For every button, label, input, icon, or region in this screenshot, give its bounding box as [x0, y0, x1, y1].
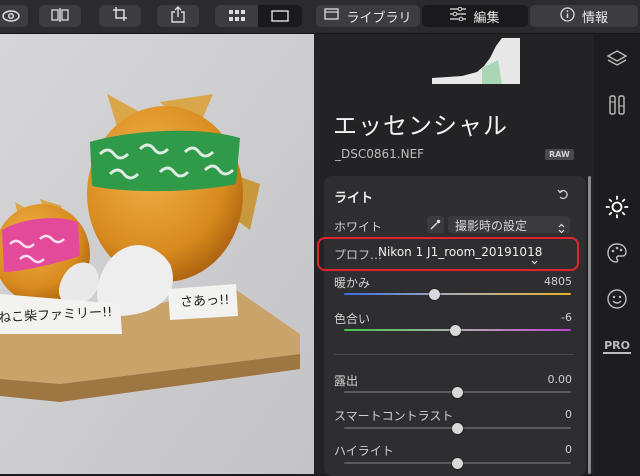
exposure-value: 0.00: [547, 373, 573, 386]
highlights-value: 0: [565, 443, 572, 456]
tab-library-label: ライブラリ: [346, 10, 412, 26]
layers-button[interactable]: [604, 48, 630, 74]
smart-contrast-value: 0: [565, 408, 572, 421]
histogram: [432, 38, 520, 84]
grid-view-button[interactable]: [215, 5, 258, 27]
smart-contrast-label: スマートコントラスト: [334, 409, 454, 423]
raw-badge: RAW: [545, 149, 574, 160]
pro-label: PRO: [603, 338, 631, 354]
white-balance-value: 撮影時の設定: [455, 219, 528, 233]
sun-icon: [605, 195, 629, 223]
eye-icon: [2, 7, 20, 26]
white-balance-select[interactable]: 撮影時の設定: [448, 216, 570, 234]
reset-button[interactable]: [554, 185, 572, 203]
compare-button[interactable]: [39, 5, 81, 27]
profile-value: Nikon 1 J1_room_20191018: [378, 245, 543, 259]
eyedropper-icon: [430, 215, 441, 234]
warmth-slider-handle[interactable]: [429, 288, 441, 300]
eyedropper-button[interactable]: [427, 216, 444, 233]
light-section: ライト ホワイト 撮影時の設定 プロフ… Nikon 1 J1_room_201…: [317, 176, 586, 476]
undo-icon: [557, 185, 569, 204]
presets-button[interactable]: [604, 94, 630, 120]
updown-chevron-icon: [558, 219, 565, 238]
warmth-slider-track[interactable]: [344, 293, 571, 295]
photo-image: [0, 34, 314, 474]
compare-icon: [51, 7, 69, 26]
exposure-label: 露出: [334, 374, 359, 388]
file-name: _DSC0861.NEF: [335, 147, 425, 161]
creative-button[interactable]: [604, 242, 630, 268]
sliders-icon: [450, 6, 467, 25]
section-title: ライト: [334, 191, 374, 206]
photo-canvas[interactable]: ねこ柴ファミリー!! さあっ!!: [0, 34, 314, 474]
chevron-down-icon: [531, 250, 538, 269]
exposure-slider-handle[interactable]: [452, 386, 463, 398]
photo-sign-right: さあっ!!: [179, 292, 230, 311]
highlights-label: ハイライト: [334, 444, 394, 458]
tab-info-label: 情報: [581, 10, 608, 26]
palette-icon: [606, 242, 628, 268]
tint-slider-handle[interactable]: [449, 324, 461, 336]
top-toolbar: ライブラリ 編集 情報: [0, 0, 640, 34]
tab-info[interactable]: 情報: [530, 5, 638, 27]
share-icon: [170, 5, 186, 27]
warmth-label: 暖かみ: [334, 276, 371, 290]
tint-label: 色合い: [334, 312, 371, 326]
single-view-button[interactable]: [258, 5, 302, 27]
warmth-value: 4805: [544, 275, 572, 288]
panel-scrollbar[interactable]: [588, 176, 591, 474]
share-button[interactable]: [157, 5, 199, 27]
pro-button[interactable]: PRO: [603, 333, 631, 359]
white-balance-label: ホワイト: [334, 220, 383, 234]
single-image-icon: [271, 7, 289, 26]
view-mode-toggle: [215, 5, 302, 27]
library-icon: [324, 7, 340, 25]
info-icon: [560, 6, 575, 26]
grid-icon: [228, 7, 245, 26]
page-title: エッセンシャル: [333, 112, 508, 140]
smart-contrast-slider-handle[interactable]: [452, 422, 463, 434]
tab-library[interactable]: ライブラリ: [316, 5, 420, 27]
crop-icon: [112, 6, 128, 26]
view-toggle-button[interactable]: [0, 5, 28, 27]
tint-value: -6: [561, 311, 572, 324]
layers-icon: [606, 48, 628, 74]
crop-button[interactable]: [99, 5, 141, 27]
presets-icon: [606, 94, 628, 120]
essentials-button[interactable]: [604, 195, 630, 223]
face-icon: [606, 288, 628, 314]
edit-panel: エッセンシャル _DSC0861.NEF RAW ライト ホワイト 撮影時の設定…: [314, 34, 594, 476]
portrait-button[interactable]: [604, 288, 630, 314]
tab-edit[interactable]: 編集: [422, 5, 528, 27]
highlights-slider-handle[interactable]: [452, 457, 463, 469]
tools-sidebar: PRO: [594, 34, 640, 474]
profile-select[interactable]: Nikon 1 J1_room_20191018: [378, 244, 573, 265]
tab-edit-label: 編集: [473, 10, 500, 26]
profile-label: プロフ…: [334, 248, 383, 262]
section-divider: [334, 354, 574, 355]
